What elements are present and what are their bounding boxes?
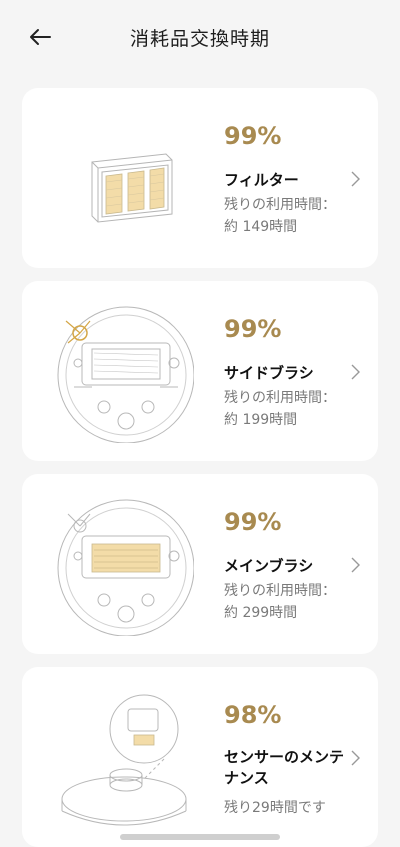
remaining-time-label: 残り29時間です: [224, 800, 326, 816]
remaining-percent: 99%: [224, 315, 282, 343]
consumable-card-sensor[interactable]: 98% センサーのメンテナンス 残り29時間です: [22, 667, 378, 847]
remaining-time-label: 残りの利用時間：: [224, 390, 336, 406]
remaining-time-label: 残りの利用時間：: [224, 197, 336, 213]
consumable-name: フィルター: [224, 171, 299, 189]
remaining-time-label: 残りの利用時間：: [224, 583, 336, 599]
consumable-card-side-brush[interactable]: 99% サイドブラシ 残りの利用時間： 約 199時間: [22, 281, 378, 461]
home-indicator[interactable]: [120, 834, 280, 840]
chevron-right-icon: [351, 364, 360, 380]
side-brush-illustration: [57, 306, 194, 443]
sensor-illustration: [61, 694, 187, 826]
remaining-time-value: 約 149時間: [224, 219, 298, 235]
consumable-name: サイドブラシ: [224, 364, 314, 382]
remaining-percent: 99%: [224, 508, 282, 536]
remaining-time-value: 約 299時間: [224, 605, 298, 621]
chevron-right-icon: [351, 557, 360, 573]
consumable-name: センサーのメンテナンス: [224, 748, 345, 787]
chevron-right-icon: [351, 171, 360, 187]
filter-illustration: [91, 153, 173, 223]
remaining-time-value: 約 199時間: [224, 412, 298, 428]
top-bar: 消耗品交換時期: [0, 0, 400, 72]
page-title: 消耗品交換時期: [129, 28, 270, 50]
consumable-card-filter[interactable]: 99% フィルター 残りの利用時間： 約 149時間: [22, 88, 378, 268]
consumable-card-main-brush[interactable]: 99% メインブラシ 残りの利用時間： 約 299時間: [22, 474, 378, 654]
remaining-percent: 99%: [224, 122, 282, 150]
main-brush-illustration: [57, 499, 194, 636]
chevron-right-icon: [351, 750, 360, 766]
remaining-percent: 98%: [224, 701, 282, 729]
consumable-name: メインブラシ: [224, 557, 314, 575]
